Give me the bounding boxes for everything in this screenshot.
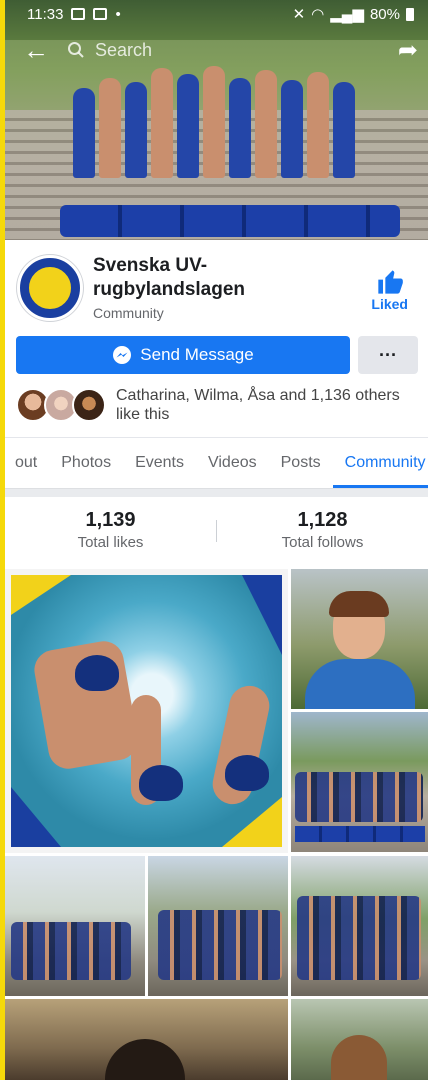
cover-bags bbox=[60, 205, 400, 237]
cover-team bbox=[65, 48, 365, 198]
photo-tile-pool[interactable] bbox=[5, 569, 288, 853]
status-time: 11:33 bbox=[27, 5, 64, 23]
total-follows-label: Total follows bbox=[281, 534, 364, 551]
wifi-icon: ◠ bbox=[311, 6, 325, 23]
action-bar: Send Message ··· bbox=[16, 336, 418, 374]
photo-tile-portrait[interactable] bbox=[291, 569, 428, 709]
mail-icon bbox=[93, 8, 108, 20]
section-divider bbox=[5, 489, 428, 497]
liked-label: Liked bbox=[371, 296, 408, 312]
tab-community[interactable]: Community bbox=[332, 438, 428, 488]
mute-icon: ✕ bbox=[292, 6, 306, 23]
page-tabs: out Photos Events Videos Posts Community bbox=[5, 437, 428, 489]
cover-photo[interactable]: 11:33 • ✕ ◠ ▂▄▆ 80% ← Search ➦ bbox=[5, 0, 428, 240]
photo-tile-stairs[interactable] bbox=[291, 712, 428, 852]
total-follows-stat: 1,128 Total follows bbox=[217, 508, 428, 554]
total-likes-value: 1,139 bbox=[85, 509, 136, 531]
more-options-button[interactable]: ··· bbox=[358, 336, 418, 374]
page-header: Svenska UV-rugbylandslagen Community Lik… bbox=[5, 240, 428, 336]
tab-posts[interactable]: Posts bbox=[269, 438, 333, 488]
total-likes-stat: 1,139 Total likes bbox=[5, 508, 216, 554]
friend-avatar bbox=[72, 388, 106, 422]
thumbs-up-icon bbox=[378, 270, 403, 294]
photo-tile-team-1[interactable] bbox=[5, 856, 145, 996]
tab-about[interactable]: out bbox=[3, 438, 49, 488]
page-logo bbox=[26, 264, 74, 312]
signal-icon: ▂▄▆ bbox=[330, 6, 364, 23]
send-message-label: Send Message bbox=[140, 345, 254, 364]
device-edge bbox=[0, 0, 5, 1080]
tab-events[interactable]: Events bbox=[123, 438, 196, 488]
friends-like-row[interactable]: Catharina, Wilma, Åsa and 1,136 others l… bbox=[16, 386, 418, 426]
search-placeholder: Search bbox=[95, 39, 153, 60]
friend-avatars bbox=[16, 386, 108, 422]
tab-videos[interactable]: Videos bbox=[196, 438, 269, 488]
messenger-icon bbox=[113, 346, 132, 364]
friends-like-text: Catharina, Wilma, Åsa and 1,136 others l… bbox=[116, 387, 400, 423]
send-message-button[interactable]: Send Message bbox=[16, 336, 350, 374]
community-stats: 1,139 Total likes 1,128 Total follows bbox=[5, 497, 428, 565]
gallery-icon bbox=[71, 8, 86, 20]
total-likes-label: Total likes bbox=[77, 534, 144, 551]
battery-icon bbox=[406, 7, 414, 21]
tab-photos[interactable]: Photos bbox=[49, 438, 123, 488]
search-icon bbox=[68, 42, 84, 58]
photo-tile-team-2[interactable] bbox=[148, 856, 288, 996]
back-arrow-icon[interactable]: ← bbox=[23, 37, 53, 63]
battery-percent: 80% bbox=[369, 5, 400, 23]
status-bar: 11:33 • ✕ ◠ ▂▄▆ 80% bbox=[5, 0, 428, 28]
page-title[interactable]: Svenska UV-rugbylandslagen bbox=[93, 254, 323, 302]
page-avatar[interactable] bbox=[17, 255, 83, 321]
photo-tile-team-3[interactable] bbox=[291, 856, 428, 996]
photo-tile-portrait-2[interactable] bbox=[5, 999, 288, 1080]
photo-tile-portrait-3[interactable] bbox=[291, 999, 428, 1080]
page-category: Community bbox=[93, 305, 164, 321]
search-input[interactable]: Search bbox=[67, 40, 152, 61]
total-follows-value: 1,128 bbox=[297, 509, 348, 531]
more-notifications-icon: • bbox=[115, 5, 121, 23]
liked-button[interactable]: Liked bbox=[371, 268, 408, 312]
share-icon[interactable]: ➦ bbox=[398, 36, 418, 65]
top-bar: ← Search ➦ bbox=[5, 34, 428, 66]
